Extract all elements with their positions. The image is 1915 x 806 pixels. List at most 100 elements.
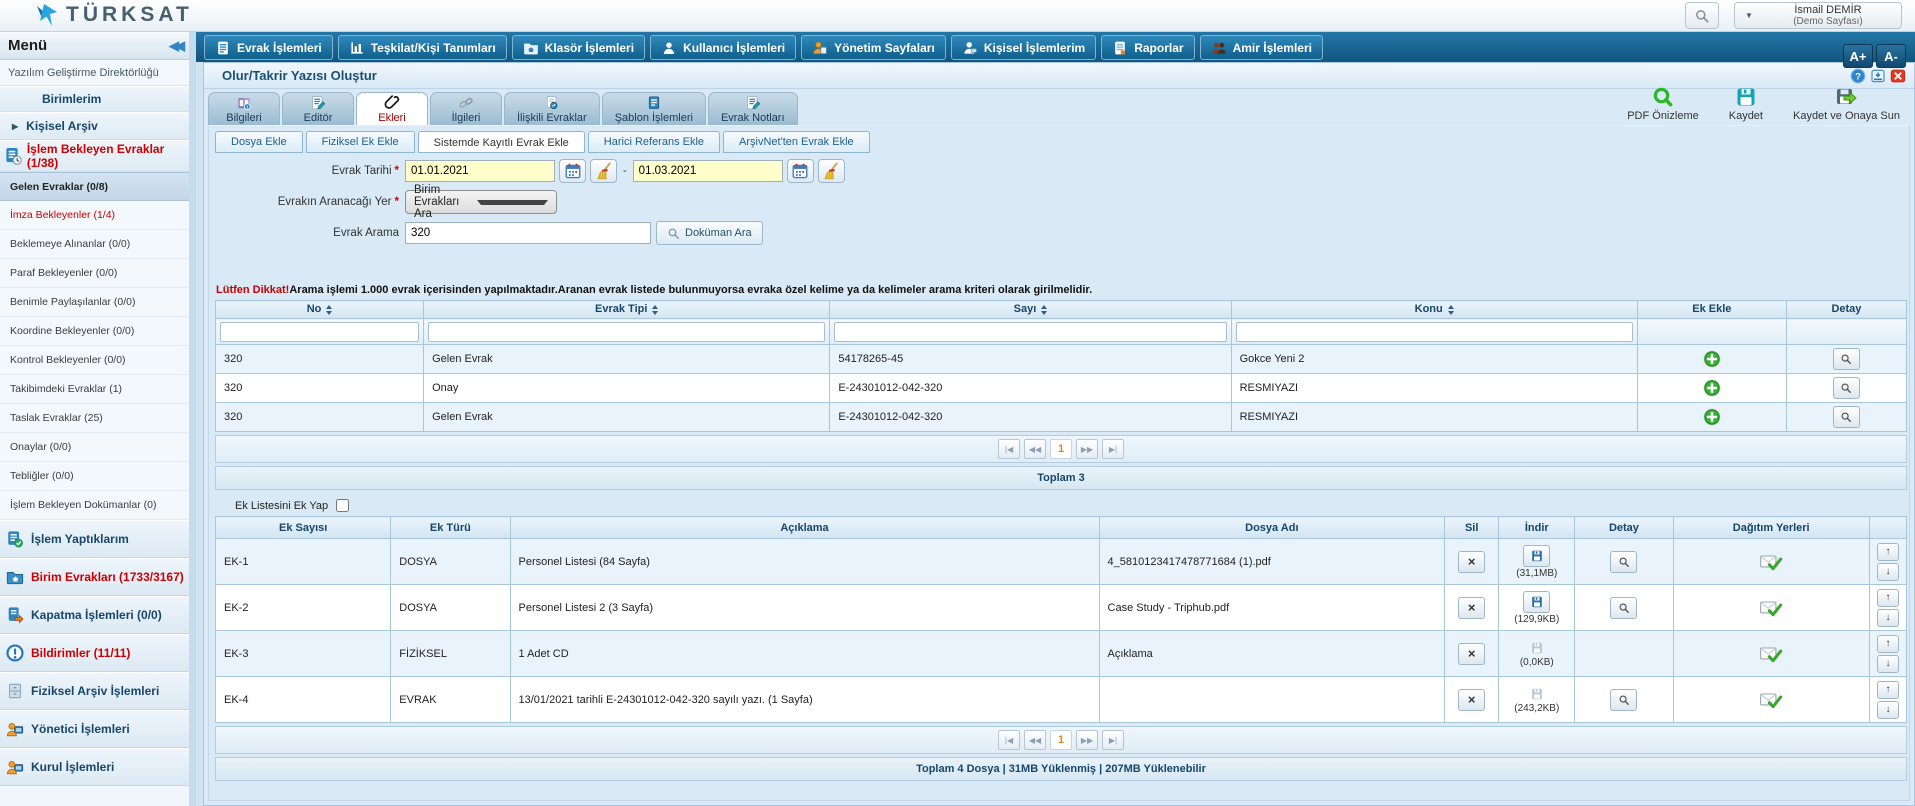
document-search-button[interactable]: Doküman Ara (656, 221, 763, 245)
move-up-button[interactable]: ↑ (1877, 589, 1899, 607)
font-increase-button[interactable]: A+ (1843, 44, 1873, 68)
attachment-detail-button[interactable] (1610, 689, 1637, 711)
sidebar-item-bildirimler[interactable]: Bildirimler (11/11) (0, 634, 189, 672)
sidebar-collapse-icon[interactable]: ◀◀ (169, 38, 181, 54)
delete-attachment-button[interactable]: × (1458, 597, 1485, 619)
detail-button[interactable] (1833, 377, 1860, 399)
next-page-button[interactable]: ▶▶ (1076, 439, 1098, 459)
save-and-submit-button[interactable]: Kaydet ve Onaya Sun (1793, 86, 1900, 122)
tab-evrak-notlari[interactable]: Evrak Notları (708, 92, 798, 125)
add-attachment-button[interactable] (1702, 349, 1722, 369)
sidebar-item-kontrol-bekleyenler[interactable]: Kontrol Bekleyenler (0/0) (0, 346, 189, 375)
distribution-envelope-icon[interactable] (1759, 551, 1783, 573)
nav-tab-amir-islemleri[interactable]: Amir İşlemleri (1200, 35, 1323, 60)
global-search-button[interactable] (1685, 2, 1719, 29)
add-attachment-button[interactable] (1702, 407, 1722, 427)
last-page-button[interactable]: ▶| (1102, 730, 1124, 750)
sidebar-item-kapatma-islemleri[interactable]: Kapatma İşlemleri (0/0) (0, 596, 189, 634)
subtab-sistemde-kayitli-evrak-ekle[interactable]: Sistemde Kayıtlı Evrak Ekle (418, 131, 585, 153)
col-no[interactable]: No (216, 301, 424, 319)
make-attachment-list-checkbox[interactable] (336, 499, 349, 512)
tab-ilgileri[interactable]: İlgileri (430, 92, 502, 125)
current-page[interactable]: 1 (1050, 730, 1072, 750)
col-konu[interactable]: Konu (1231, 301, 1637, 319)
calendar-button[interactable] (559, 159, 586, 183)
subtab-harici-referans-ekle[interactable]: Harici Referans Ekle (588, 131, 720, 153)
sidebar-item-yonetici-islemleri[interactable]: Yönetici İşlemleri (0, 710, 189, 748)
sidebar-item-gelen-evraklar[interactable]: Gelen Evraklar (0/8) (0, 172, 189, 201)
sidebar-item-birimlerim[interactable]: Birimlerim (0, 86, 189, 112)
filter-evrak-tipi-input[interactable] (428, 322, 825, 342)
clear-date-button[interactable] (590, 159, 617, 183)
sidebar-item-islem-bekleyen-dokumanlar[interactable]: İşlem Bekleyen Dokümanlar (0) (0, 491, 189, 520)
sidebar-item-benimle-paylasilanlar[interactable]: Benimle Paylaşılanlar (0/0) (0, 288, 189, 317)
move-down-button[interactable]: ↓ (1877, 655, 1899, 673)
calendar-button[interactable] (787, 159, 814, 183)
sidebar-item-beklemeye-alinanlar[interactable]: Beklemeye Alınanlar (0/0) (0, 230, 189, 259)
download-attachment-button[interactable] (1523, 591, 1550, 613)
date-from-input[interactable] (405, 160, 555, 182)
nav-tab-teskilat-kisi-tanimlari[interactable]: Teşkilat/Kişi Tanımları (338, 35, 507, 60)
sidebar-item-koordine-bekleyenler[interactable]: Koordine Bekleyenler (0/0) (0, 317, 189, 346)
sidebar-item-taslak-evraklar[interactable]: Taslak Evraklar (25) (0, 404, 189, 433)
tab-ekleri[interactable]: Ekleri (356, 92, 428, 125)
nav-tab-kullanici-islemleri[interactable]: Kullanıcı İşlemleri (650, 35, 796, 60)
detail-button[interactable] (1833, 348, 1860, 370)
prev-page-button[interactable]: ◀◀ (1024, 439, 1046, 459)
date-to-input[interactable] (633, 160, 783, 182)
close-icon[interactable] (1890, 68, 1906, 84)
tab-sablon-islemleri[interactable]: Şablon İşlemleri (602, 92, 706, 125)
subtab-fiziksel-ek-ekle[interactable]: Fiziksel Ek Ekle (306, 131, 415, 153)
nav-tab-raporlar[interactable]: Raporlar (1101, 35, 1194, 60)
detail-button[interactable] (1833, 406, 1860, 428)
help-icon[interactable] (1850, 68, 1866, 84)
download-attachment-button[interactable] (1523, 545, 1550, 567)
delete-attachment-button[interactable]: × (1458, 689, 1485, 711)
window-minimize-icon[interactable] (1870, 68, 1886, 84)
nav-tab-evrak-islemleri[interactable]: Evrak İşlemleri (204, 35, 333, 60)
nav-tab-klasor-islemleri[interactable]: Klasör İşlemleri (512, 35, 645, 60)
move-up-button[interactable]: ↑ (1877, 681, 1899, 699)
last-page-button[interactable]: ▶| (1102, 439, 1124, 459)
col-evrak-tipi[interactable]: Evrak Tipi (424, 301, 830, 319)
tab-editor[interactable]: Editör (282, 92, 354, 125)
delete-attachment-button[interactable]: × (1458, 643, 1485, 665)
save-button[interactable]: Kaydet (1729, 86, 1763, 122)
search-place-select[interactable]: Birim Evrakları Ara (405, 190, 557, 214)
sidebar-item-paraf-bekleyenler[interactable]: Paraf Bekleyenler (0/0) (0, 259, 189, 288)
document-search-input[interactable] (405, 222, 651, 244)
move-down-button[interactable]: ↓ (1877, 563, 1899, 581)
clear-date-button[interactable] (818, 159, 845, 183)
nav-tab-kisisel-islemlerim[interactable]: Kişisel İşlemlerim (951, 35, 1096, 60)
sidebar-item-onaylar[interactable]: Onaylar (0/0) (0, 433, 189, 462)
next-page-button[interactable]: ▶▶ (1076, 730, 1098, 750)
add-attachment-button[interactable] (1702, 378, 1722, 398)
attachment-detail-button[interactable] (1610, 551, 1637, 573)
filter-sayi-input[interactable] (834, 322, 1226, 342)
subtab-arsivnetten-evrak-ekle[interactable]: ArşivNet'ten Evrak Ekle (723, 131, 870, 153)
nav-tab-yonetim-sayfalari[interactable]: Yönetim Sayfaları (801, 35, 946, 60)
subtab-dosya-ekle[interactable]: Dosya Ekle (215, 131, 303, 153)
move-up-button[interactable]: ↑ (1877, 543, 1899, 561)
tab-bilgileri[interactable]: Bilgileri (208, 92, 280, 125)
move-down-button[interactable]: ↓ (1877, 609, 1899, 627)
filter-konu-input[interactable] (1236, 322, 1633, 342)
sidebar-item-birim-evraklari[interactable]: Birim Evrakları (1733/3167) (0, 558, 189, 596)
move-down-button[interactable]: ↓ (1877, 701, 1899, 719)
font-decrease-button[interactable]: A- (1876, 44, 1906, 68)
col-sayi[interactable]: Sayı (830, 301, 1231, 319)
user-menu-button[interactable]: ▼ İsmail DEMİR (Demo Sayfası) (1734, 2, 1902, 29)
current-page[interactable]: 1 (1050, 439, 1072, 459)
distribution-envelope-icon[interactable] (1759, 689, 1783, 711)
sidebar-item-fiziksel-arsiv-islemleri[interactable]: Fiziksel Arşiv İşlemleri (0, 672, 189, 710)
sidebar-item-islem-yaptiklarim[interactable]: İşlem Yaptıklarım (0, 520, 189, 558)
delete-attachment-button[interactable]: × (1458, 551, 1485, 573)
filter-no-input[interactable] (220, 322, 419, 342)
sidebar-item-takibimdeki-evraklar[interactable]: Takibimdeki Evraklar (1) (0, 375, 189, 404)
sidebar-item-tebligler[interactable]: Tebliğler (0/0) (0, 462, 189, 491)
distribution-envelope-icon[interactable] (1759, 643, 1783, 665)
move-up-button[interactable]: ↑ (1877, 635, 1899, 653)
first-page-button[interactable]: |◀ (998, 730, 1020, 750)
prev-page-button[interactable]: ◀◀ (1024, 730, 1046, 750)
first-page-button[interactable]: |◀ (998, 439, 1020, 459)
